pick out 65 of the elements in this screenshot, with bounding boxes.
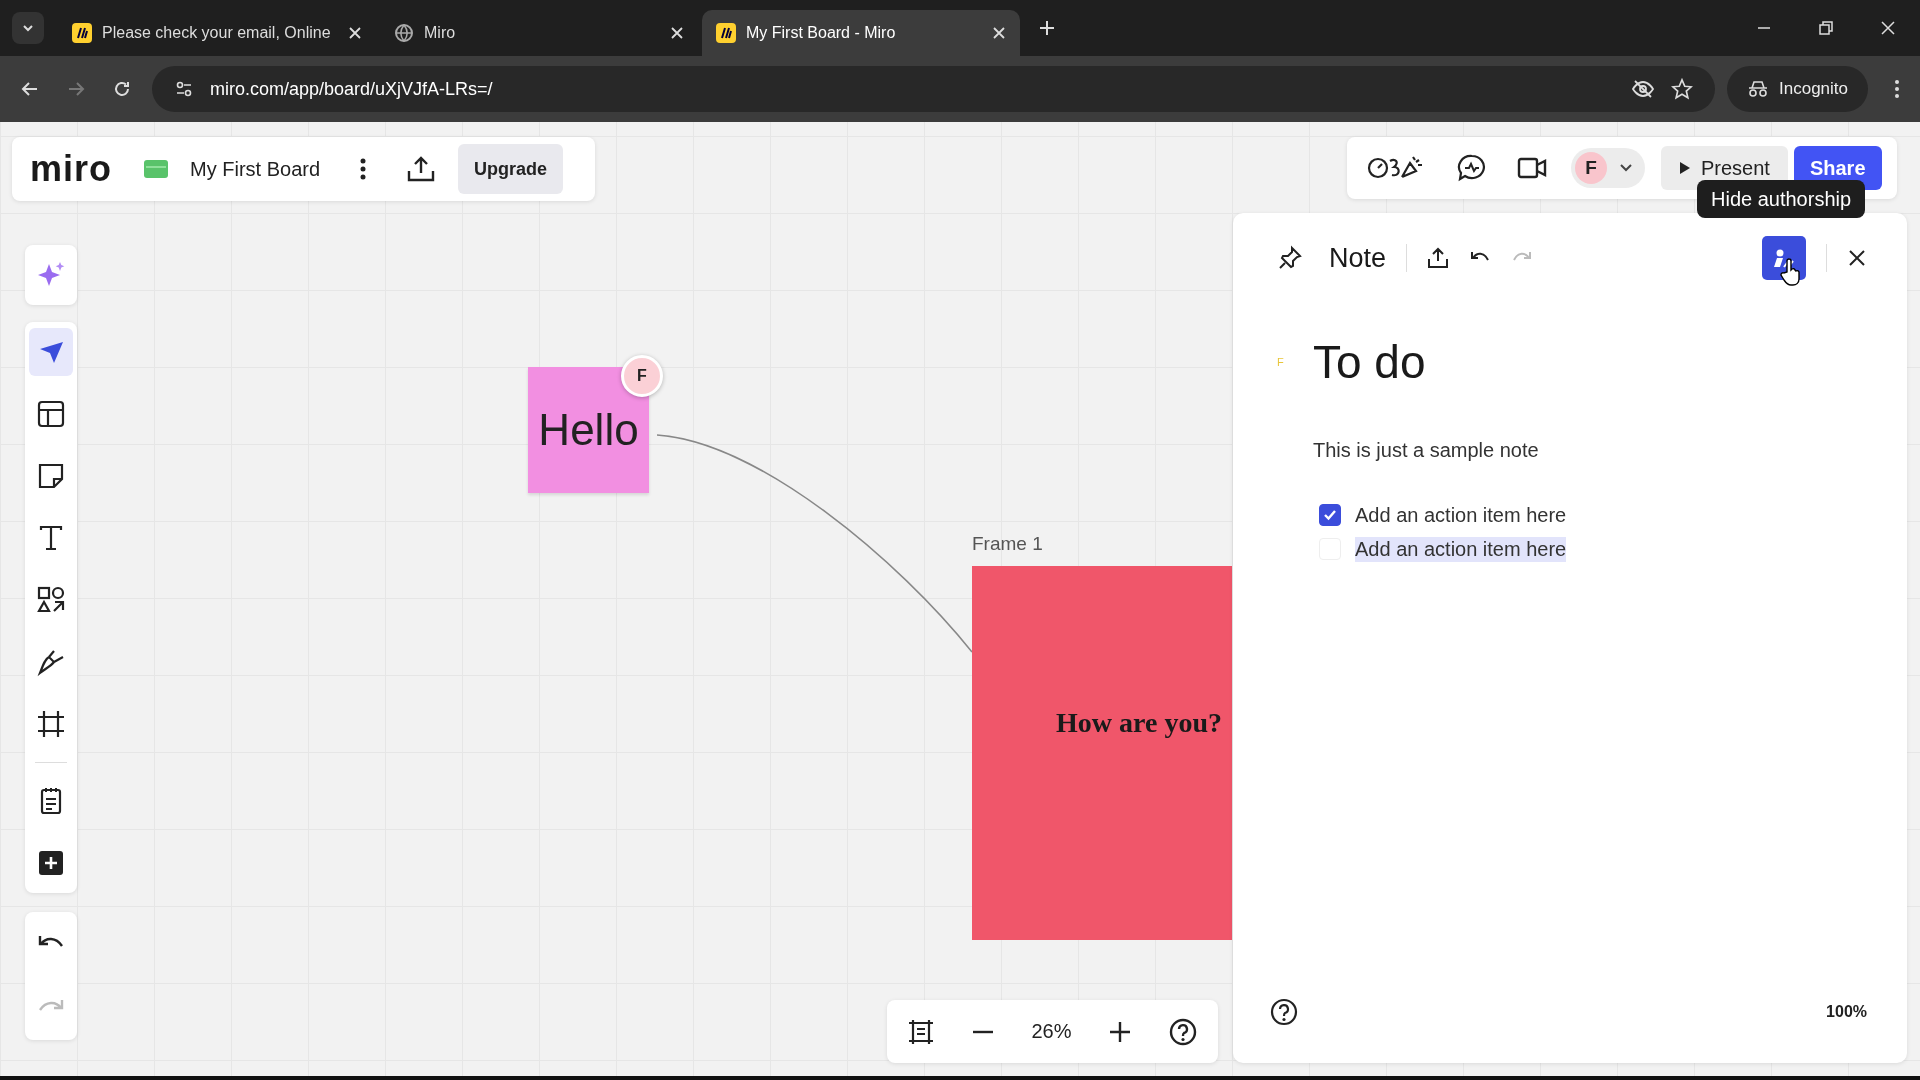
frame-text: How are you? [1056,707,1222,739]
site-settings-icon[interactable] [174,79,194,99]
browser-tab[interactable]: Miro [380,10,698,56]
close-icon[interactable] [348,26,362,40]
miro-favicon-icon [716,23,736,43]
incognito-badge[interactable]: Incognito [1727,66,1868,112]
pin-icon[interactable] [1277,245,1303,271]
export-icon[interactable] [1427,247,1450,269]
chat-icon[interactable] [1457,153,1487,183]
select-tool[interactable] [29,328,73,376]
frame-icon [36,709,66,739]
browser-tab[interactable]: Please check your email, Online [58,10,376,56]
panel-title: Note [1329,242,1387,274]
hand-cursor-icon [1780,258,1802,286]
checkbox[interactable] [1319,504,1341,526]
board-name[interactable]: My First Board [190,157,321,181]
note-body-text: This is just a sample note [1313,439,1540,462]
user-menu[interactable]: F [1571,148,1645,188]
more-icon[interactable] [360,157,367,181]
video-icon[interactable] [1517,156,1547,180]
layout-icon [36,399,66,429]
tooltip: Hide authorship [1697,180,1866,218]
close-icon[interactable] [670,26,684,40]
play-icon [1679,161,1691,175]
checklist-item-text: Add an action item here [1355,536,1567,562]
export-icon[interactable] [406,155,437,183]
sticky-note-text: Hello [538,405,639,455]
tab-search-button[interactable] [12,12,44,44]
close-icon[interactable] [1847,248,1867,268]
frame-label[interactable]: Frame 1 [972,533,1043,555]
plus-icon [36,848,66,878]
close-icon[interactable] [992,26,1006,40]
help-icon[interactable] [1167,1016,1198,1047]
menu-icon[interactable] [1894,79,1900,99]
zoom-level[interactable]: 26% [1031,1020,1072,1043]
new-tab-icon[interactable] [1038,19,1056,37]
globe-icon [394,23,414,43]
sticky-note-icon [36,461,66,491]
miro-favicon-icon [72,23,92,43]
upgrade-button[interactable]: Upgrade [458,144,564,194]
shapes-icon [36,585,66,615]
zoom-level: 100% [1826,1003,1867,1021]
star-icon[interactable] [1671,78,1693,100]
reload-icon[interactable] [112,79,132,99]
tab-title: Miro [424,24,457,42]
address-bar[interactable]: miro.com/app/board/uXjVJfA-LRs=/ [152,66,1715,112]
help-icon[interactable] [1269,997,1299,1027]
tab-title: Please check your email, Online [102,24,332,42]
fit-frame-icon[interactable] [907,1017,935,1046]
close-icon[interactable] [1880,20,1896,36]
incognito-icon [1747,80,1769,98]
restore-icon[interactable] [1818,20,1834,36]
user-avatar: F [1575,152,1607,184]
author-initial: F [1277,356,1285,368]
url-text: miro.com/app/board/uXjVJfA-LRs=/ [210,78,493,100]
checkmark-icon [1323,509,1337,521]
author-avatar: F [621,355,663,397]
board-icon [144,160,168,178]
note-heading: To do [1313,335,1426,389]
checklist-item-text: Add an action item here [1355,502,1567,528]
miro-logo[interactable]: miro [30,148,112,190]
browser-tab[interactable]: My First Board - Miro [702,10,1020,56]
chevron-down-icon [1619,163,1633,173]
zoom-in-icon[interactable] [1107,1019,1132,1044]
tab-title: My First Board - Miro [746,24,897,42]
